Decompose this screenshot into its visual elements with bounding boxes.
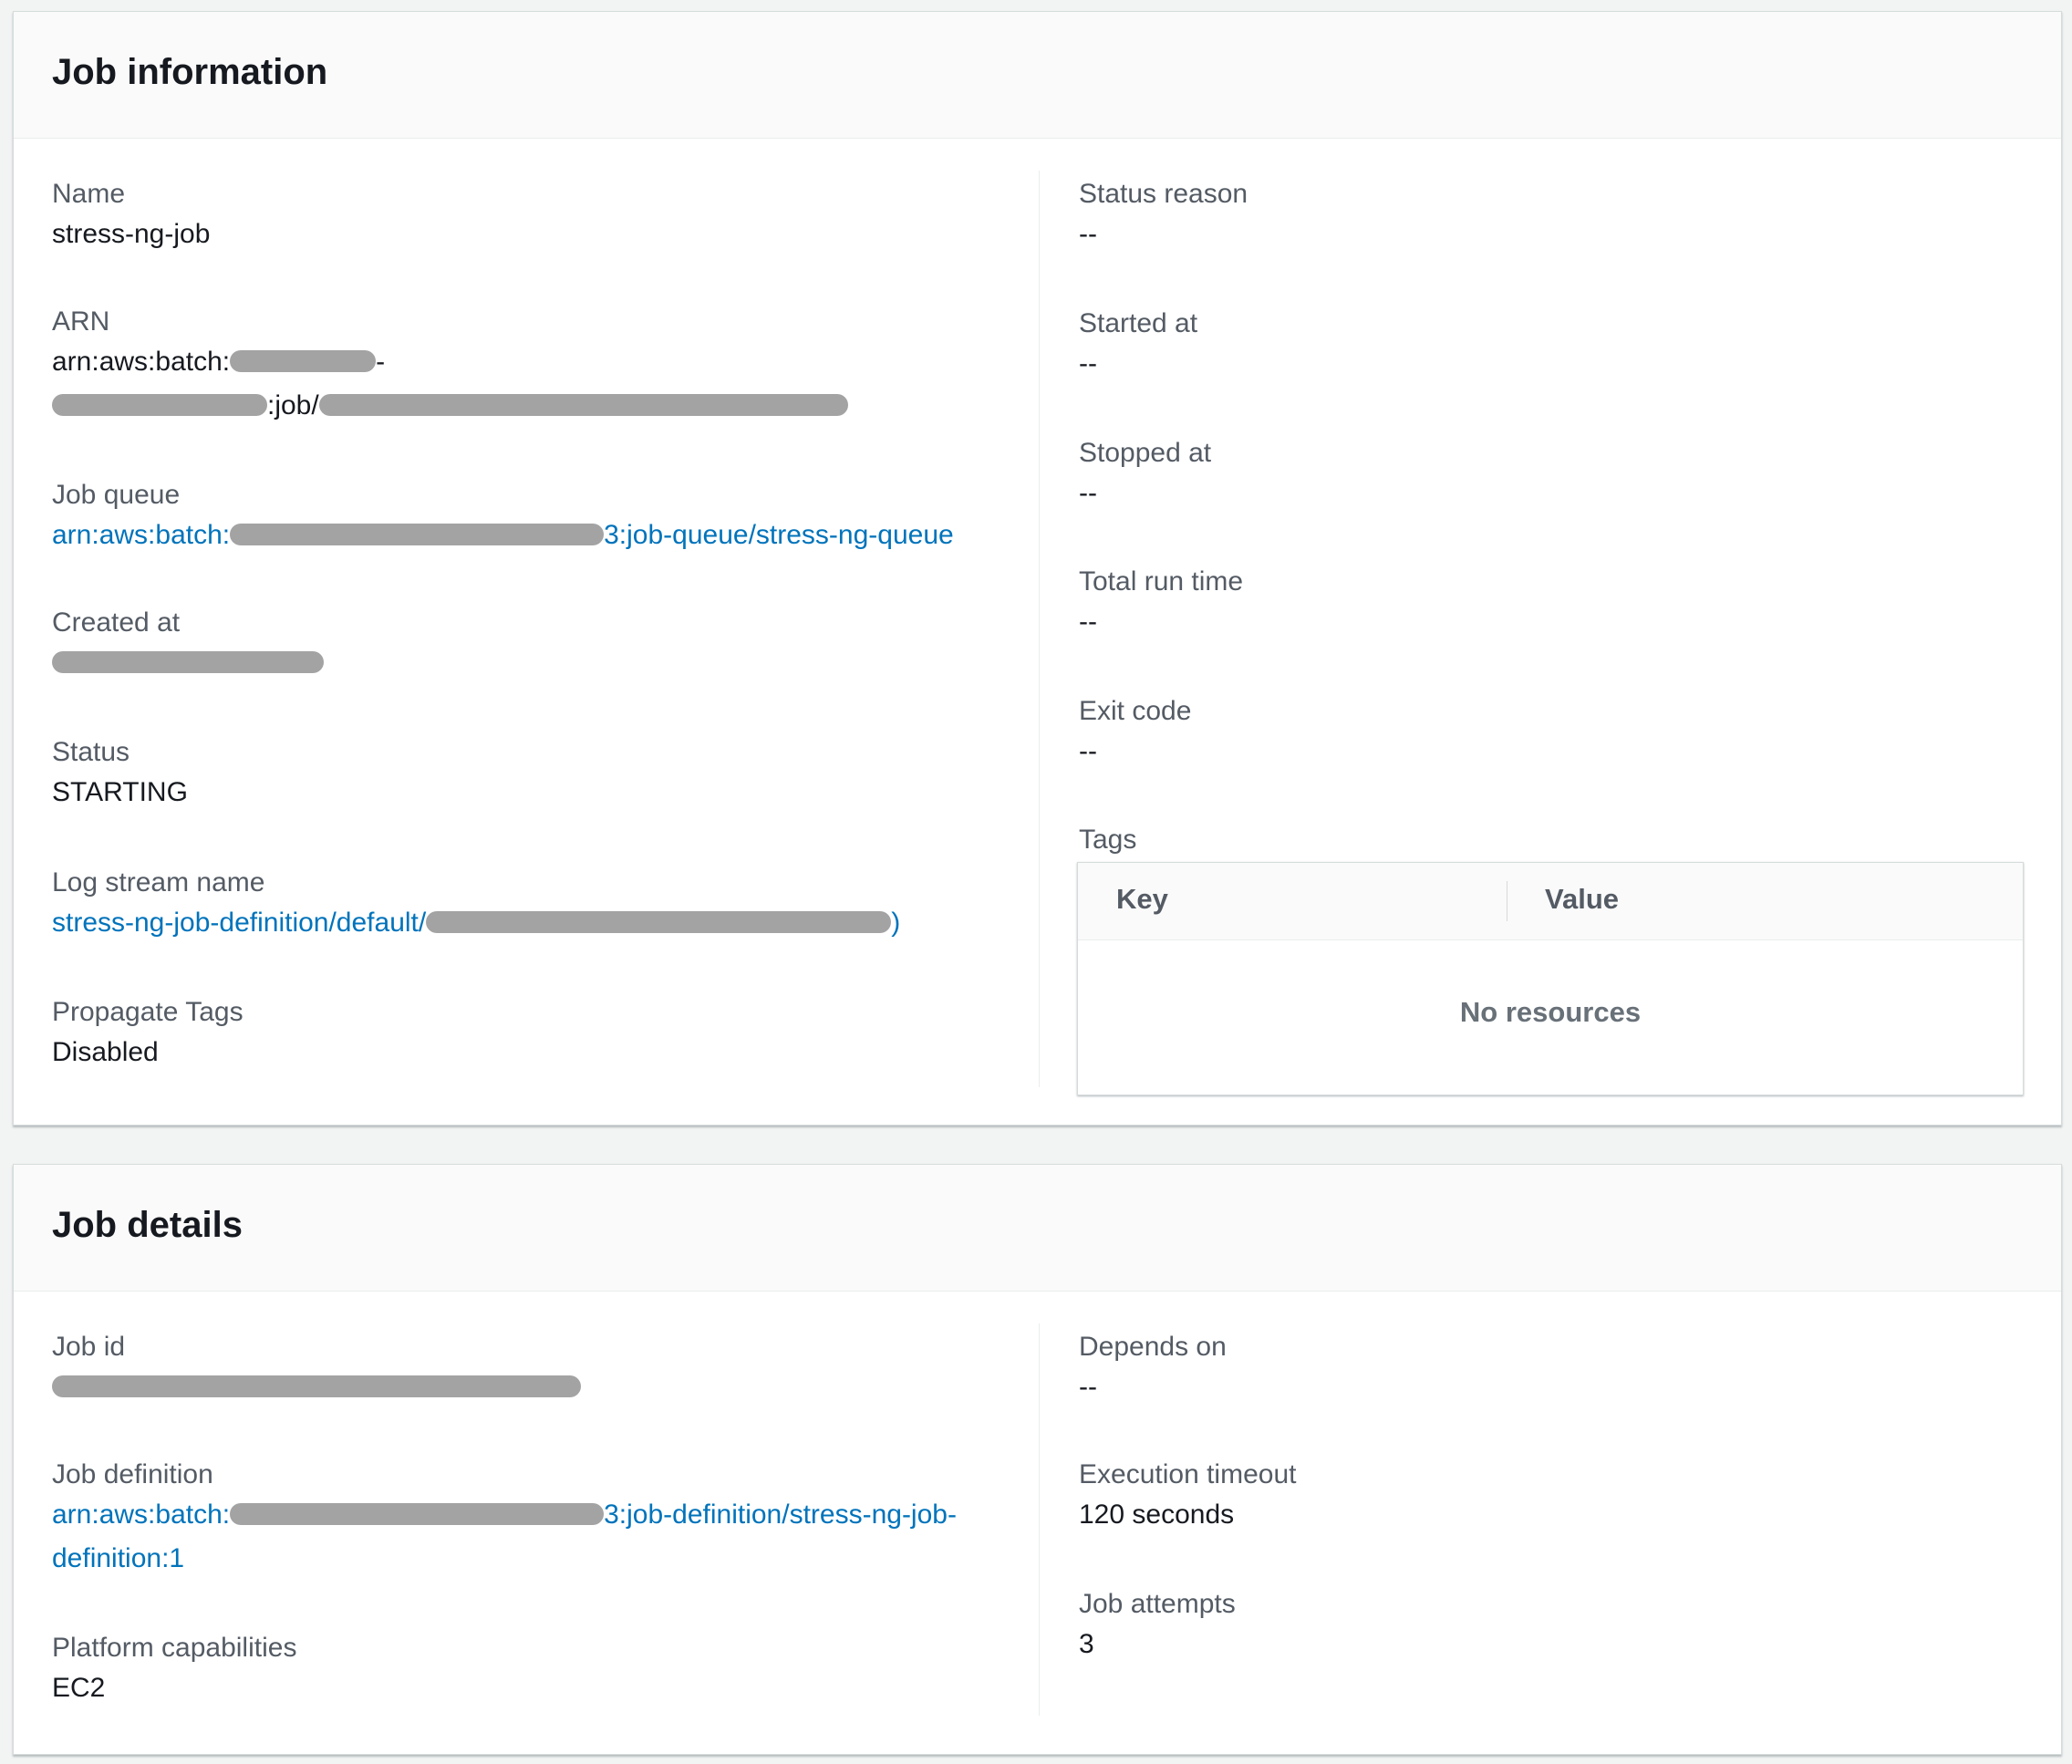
field-arn: ARN arn:aws:batch: - :job/: [52, 304, 848, 428]
field-stopped-at: Stopped at --: [1079, 435, 1211, 515]
field-label: Stopped at: [1079, 438, 1212, 468]
job-information-panel: Job information Name stress-ng-job ARN a…: [13, 11, 2062, 1126]
field-exit-code: Exit code --: [1079, 693, 1191, 773]
column-header-value[interactable]: Value: [1545, 883, 1619, 916]
platform-capabilities-value: EC2: [52, 1673, 106, 1703]
arn-dash: -: [376, 347, 386, 377]
stopped-at-value: --: [1079, 478, 1097, 508]
job-definition-link-line2[interactable]: definition:1: [52, 1537, 957, 1581]
started-at-value: --: [1079, 348, 1097, 379]
link-suffix[interactable]: 3:job-definition/stress-ng-job-: [604, 1499, 957, 1530]
arn-job-segment: :job/: [267, 390, 319, 420]
field-job-queue: Job queue arn:aws:batch: 3:job-queue/stre…: [52, 477, 954, 557]
field-label: Total run time: [1079, 566, 1244, 597]
link-suffix[interactable]: ): [891, 908, 900, 938]
redacted-block: [52, 1375, 581, 1398]
tags-table-header: Key Value: [1078, 863, 2023, 940]
field-started-at: Started at --: [1079, 306, 1197, 386]
field-execution-timeout: Execution timeout 120 seconds: [1079, 1457, 1296, 1537]
arn-prefix: arn:aws:batch:: [52, 347, 231, 377]
redacted-block: [52, 651, 324, 674]
redacted-block: [426, 911, 892, 934]
field-label: Depends on: [1079, 1332, 1227, 1362]
execution-timeout-value: 120 seconds: [1079, 1499, 1235, 1530]
field-status: Status STARTING: [52, 734, 188, 815]
field-label: Job definition: [52, 1459, 213, 1489]
field-name: Name stress-ng-job: [52, 176, 210, 256]
redacted-block: [230, 524, 605, 546]
redacted-block: [230, 1503, 605, 1526]
arn-value-line2: :job/: [52, 384, 848, 428]
field-log-stream-name: Log stream name stress-ng-job-definition…: [52, 865, 900, 945]
arn-value-line1: arn:aws:batch: -: [52, 340, 848, 384]
job-id-value: [52, 1365, 581, 1409]
field-label: Job id: [52, 1332, 126, 1362]
field-status-reason: Status reason --: [1079, 176, 1248, 256]
exit-code-value: --: [1079, 736, 1097, 766]
tags-table: Key Value No resources: [1077, 862, 2024, 1095]
job-details-title: Job details: [52, 1205, 243, 1245]
field-label: Platform capabilities: [52, 1633, 297, 1663]
field-total-run-time: Total run time --: [1079, 564, 1243, 644]
job-information-header: Job information: [14, 12, 2061, 139]
field-platform-capabilities: Platform capabilities EC2: [52, 1630, 296, 1710]
job-attempts-value: 3: [1079, 1629, 1094, 1659]
field-label: Job attempts: [1079, 1589, 1236, 1619]
field-created-at: Created at: [52, 605, 324, 685]
column-divider: [1039, 171, 1040, 1087]
redacted-block: [230, 350, 377, 373]
link-prefix[interactable]: stress-ng-job-definition/default/: [52, 908, 426, 938]
field-label: Name: [52, 179, 126, 209]
column-divider: [1039, 1323, 1040, 1716]
link-suffix[interactable]: 3:job-queue/stress-ng-queue: [604, 520, 954, 550]
job-definition-link[interactable]: arn:aws:batch: 3:job-definition/stress-ng…: [52, 1493, 957, 1537]
job-details-header: Job details: [14, 1165, 2061, 1292]
job-name-value: stress-ng-job: [52, 219, 211, 249]
field-label: Exit code: [1079, 696, 1192, 726]
field-propagate-tags: Propagate Tags Disabled: [52, 994, 243, 1074]
status-reason-value: --: [1079, 219, 1097, 249]
redacted-block: [318, 394, 848, 417]
field-job-id: Job id: [52, 1329, 581, 1409]
field-label: Status: [52, 737, 130, 767]
field-label: ARN: [52, 306, 110, 337]
field-depends-on: Depends on --: [1079, 1329, 1227, 1409]
field-label: Tags: [1079, 825, 1137, 855]
field-label: Propagate Tags: [52, 997, 243, 1027]
link-prefix[interactable]: arn:aws:batch:: [52, 1499, 230, 1530]
propagate-tags-value: Disabled: [52, 1037, 159, 1067]
link-prefix[interactable]: arn:aws:batch:: [52, 520, 230, 550]
field-job-attempts: Job attempts 3: [1079, 1586, 1236, 1666]
job-information-title: Job information: [52, 52, 328, 92]
status-value: STARTING: [52, 777, 188, 807]
field-label: Job queue: [52, 480, 181, 510]
job-queue-link[interactable]: arn:aws:batch: 3:job-queue/stress-ng-queu…: [52, 514, 954, 557]
field-label: Started at: [1079, 308, 1198, 338]
field-label: Status reason: [1079, 179, 1248, 209]
field-tags: Tags: [1079, 822, 1136, 858]
redacted-block: [52, 394, 267, 417]
total-run-time-value: --: [1079, 607, 1097, 637]
log-stream-link[interactable]: stress-ng-job-definition/default/): [52, 901, 900, 945]
field-job-definition: Job definition arn:aws:batch: 3:job-defin…: [52, 1457, 957, 1581]
column-header-key[interactable]: Key: [1116, 883, 1168, 916]
field-label: Log stream name: [52, 867, 265, 898]
created-at-value: [52, 641, 324, 685]
depends-on-value: --: [1079, 1372, 1097, 1402]
empty-state-message: No resources: [1459, 996, 1642, 1028]
field-label: Created at: [52, 607, 181, 638]
job-details-panel: Job details Job id Job definition arn:aw…: [13, 1164, 2062, 1755]
field-label: Execution timeout: [1079, 1459, 1297, 1489]
